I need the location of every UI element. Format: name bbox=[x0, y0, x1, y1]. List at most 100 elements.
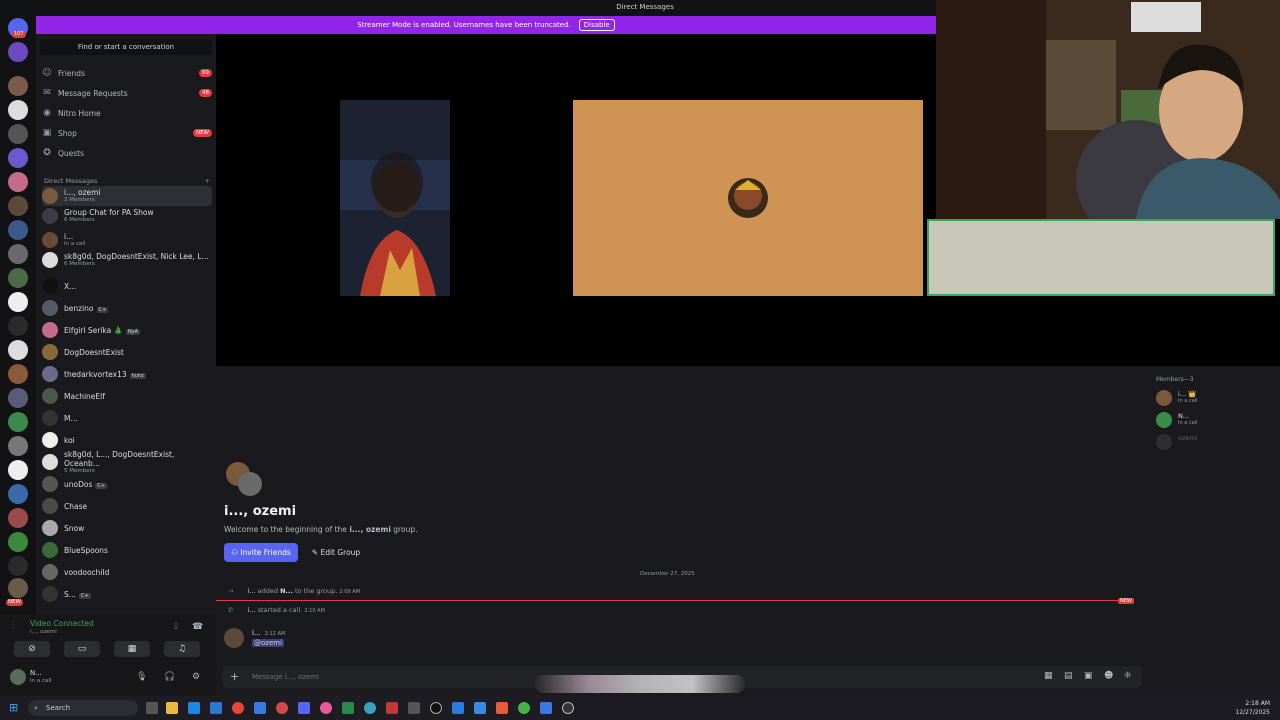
dm-item[interactable]: thedarkvortex13 hunz bbox=[42, 364, 212, 384]
edit-group-button[interactable]: ✎ Edit Group bbox=[306, 543, 366, 562]
taskbar-search[interactable]: ⌕ Search bbox=[28, 700, 138, 716]
nav-message-requests[interactable]: ✉ Message Requests 48 bbox=[42, 84, 212, 102]
dm-item[interactable]: i... In a call bbox=[42, 230, 212, 250]
disable-streamer-button[interactable]: Disable bbox=[578, 19, 615, 31]
dm-item[interactable]: S... C+ bbox=[42, 584, 212, 604]
sys-user[interactable]: i... bbox=[248, 606, 256, 614]
edge-icon[interactable] bbox=[188, 702, 200, 714]
invite-friends-button[interactable]: ⚇ Invite Friends bbox=[224, 543, 298, 562]
dm-item[interactable]: sk8g0d, DogDoesntExist, Nick Lee, L... 6 … bbox=[42, 250, 212, 270]
microphone-icon[interactable]: 🎙 bbox=[136, 672, 147, 682]
sticker-icon[interactable]: ▣ bbox=[1084, 671, 1093, 681]
noise-suppression-icon[interactable]: ⦙⦙ bbox=[174, 622, 178, 632]
app-icon[interactable] bbox=[320, 702, 332, 714]
windows-start-icon[interactable]: ⊞ bbox=[9, 701, 18, 714]
emoji-icon[interactable]: ☻ bbox=[1104, 671, 1113, 681]
headphones-icon[interactable]: 🎧 bbox=[164, 672, 175, 682]
sys-user[interactable]: i... bbox=[248, 587, 256, 595]
dm-item[interactable]: unoDos C+ bbox=[42, 474, 212, 494]
store-icon[interactable] bbox=[210, 702, 222, 714]
video-tile-speaking[interactable] bbox=[927, 219, 1275, 296]
dm-item[interactable]: Elfgirl Serika 🎄 NyA bbox=[42, 320, 212, 340]
dm-item[interactable]: voodoochild bbox=[42, 562, 212, 582]
gif-icon[interactable]: ▤ bbox=[1064, 671, 1073, 681]
attach-icon[interactable]: + bbox=[230, 670, 239, 683]
app-icon[interactable] bbox=[430, 702, 442, 714]
server-icon[interactable] bbox=[8, 460, 28, 480]
avatar[interactable] bbox=[224, 628, 244, 648]
media-player-icon[interactable] bbox=[562, 702, 574, 714]
server-icon[interactable] bbox=[8, 100, 28, 120]
server-icon[interactable] bbox=[8, 364, 28, 384]
app-icon[interactable] bbox=[474, 702, 486, 714]
server-icon[interactable] bbox=[8, 292, 28, 312]
nav-shop[interactable]: ▣ Shop NEW bbox=[42, 124, 212, 142]
member-item[interactable]: ozemi bbox=[1156, 432, 1276, 452]
dm-item[interactable]: Group Chat for PA Show 6 Members bbox=[42, 206, 212, 226]
app-icon[interactable] bbox=[518, 702, 530, 714]
member-item[interactable]: N... In a call bbox=[1156, 410, 1276, 430]
app-icon[interactable] bbox=[254, 702, 266, 714]
nav-quests[interactable]: ✪ Quests bbox=[42, 144, 212, 162]
server-icon[interactable] bbox=[8, 148, 28, 168]
server-icon[interactable] bbox=[8, 42, 28, 62]
obs-icon[interactable] bbox=[408, 702, 420, 714]
dm-item[interactable]: Chase bbox=[42, 496, 212, 516]
nav-friends[interactable]: ☺ Friends 69 bbox=[42, 64, 212, 82]
app-icon[interactable] bbox=[386, 702, 398, 714]
server-icon[interactable] bbox=[8, 484, 28, 504]
task-view-icon[interactable] bbox=[146, 702, 158, 714]
server-icon[interactable] bbox=[8, 532, 28, 552]
message-input[interactable]: Message i..., ozemi bbox=[252, 673, 319, 681]
activities-button[interactable]: ▦ bbox=[114, 641, 150, 657]
dm-item[interactable]: i..., ozemi 3 Members bbox=[42, 186, 212, 206]
server-icon[interactable] bbox=[8, 412, 28, 432]
mention[interactable]: @ozemi bbox=[252, 639, 285, 647]
author-name[interactable]: i... bbox=[252, 629, 261, 637]
server-icon[interactable] bbox=[8, 220, 28, 240]
apps-icon[interactable]: ⁜ bbox=[1124, 671, 1132, 681]
camera-off-button[interactable]: ⊘ bbox=[14, 641, 50, 657]
app-icon[interactable] bbox=[364, 702, 376, 714]
dm-item[interactable]: X... bbox=[42, 276, 212, 296]
nav-nitro-home[interactable]: ◉ Nitro Home bbox=[42, 104, 212, 122]
app-icon[interactable] bbox=[496, 702, 508, 714]
server-icon[interactable] bbox=[8, 76, 28, 96]
server-icon[interactable] bbox=[8, 556, 28, 576]
dm-item[interactable]: MachineElf bbox=[42, 386, 212, 406]
server-icon[interactable] bbox=[8, 244, 28, 264]
clock[interactable]: 2:18 AM 12/27/2025 bbox=[1235, 699, 1270, 717]
dm-item[interactable]: sk8g0d, L..., DogDoesntExist, Oceanb... 5… bbox=[42, 450, 212, 474]
video-tile[interactable] bbox=[340, 100, 450, 296]
screen-share-button[interactable]: ▭ bbox=[64, 641, 100, 657]
dm-item[interactable]: benzino C+ bbox=[42, 298, 212, 318]
server-icon[interactable] bbox=[8, 316, 28, 336]
sys-target[interactable]: N... bbox=[280, 587, 293, 595]
dm-item[interactable]: DogDoesntExist bbox=[42, 342, 212, 362]
file-explorer-icon[interactable] bbox=[166, 702, 178, 714]
server-icon[interactable] bbox=[8, 578, 28, 598]
dm-item[interactable]: Snow bbox=[42, 518, 212, 538]
dm-item[interactable]: M... bbox=[42, 408, 212, 428]
soundboard-button[interactable]: ♫ bbox=[164, 641, 200, 657]
app-icon[interactable] bbox=[540, 702, 552, 714]
app-icon[interactable] bbox=[276, 702, 288, 714]
server-icon[interactable] bbox=[8, 436, 28, 456]
server-icon[interactable] bbox=[8, 124, 28, 144]
server-icon[interactable] bbox=[8, 268, 28, 288]
chrome-icon[interactable] bbox=[232, 702, 244, 714]
member-item[interactable]: i... 👑 In a call bbox=[1156, 388, 1276, 408]
app-icon[interactable] bbox=[452, 702, 464, 714]
server-icon[interactable] bbox=[8, 172, 28, 192]
server-icon[interactable] bbox=[8, 196, 28, 216]
disconnect-icon[interactable]: ☎ bbox=[192, 622, 203, 632]
server-icon[interactable] bbox=[8, 388, 28, 408]
server-icon[interactable] bbox=[8, 508, 28, 528]
avatar[interactable] bbox=[10, 669, 26, 685]
create-dm-icon[interactable]: + bbox=[205, 177, 210, 185]
discord-icon[interactable] bbox=[298, 702, 310, 714]
video-tile-avatar[interactable] bbox=[573, 100, 923, 296]
dm-item[interactable]: koi bbox=[42, 430, 212, 450]
voice-channel[interactable]: i..., ozemi bbox=[30, 629, 57, 635]
gift-icon[interactable]: ▦ bbox=[1044, 671, 1053, 681]
